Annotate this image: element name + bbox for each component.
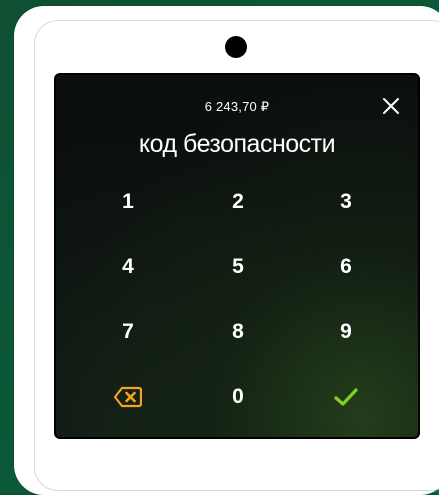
key-1[interactable]: 1	[98, 182, 158, 222]
key-6[interactable]: 6	[316, 247, 376, 287]
key-7[interactable]: 7	[98, 312, 158, 352]
key-0[interactable]: 0	[208, 377, 268, 417]
backspace-button[interactable]	[98, 377, 158, 417]
confirm-button[interactable]	[316, 377, 376, 417]
close-icon	[383, 98, 399, 114]
camera-icon	[225, 36, 247, 58]
backspace-icon	[114, 386, 142, 408]
close-button[interactable]	[380, 95, 402, 117]
checkmark-icon	[334, 388, 358, 406]
key-2[interactable]: 2	[208, 182, 268, 222]
key-5[interactable]: 5	[208, 247, 268, 287]
key-4[interactable]: 4	[98, 247, 158, 287]
pin-entry-screen: 6 243,70 ₽ код безопасности 1 2 3 4 5 6 …	[54, 73, 420, 439]
key-8[interactable]: 8	[208, 312, 268, 352]
security-code-title: код безопасности	[138, 130, 336, 158]
key-9[interactable]: 9	[316, 312, 376, 352]
payment-amount: 6 243,70 ₽	[204, 99, 270, 114]
key-3[interactable]: 3	[316, 182, 376, 222]
